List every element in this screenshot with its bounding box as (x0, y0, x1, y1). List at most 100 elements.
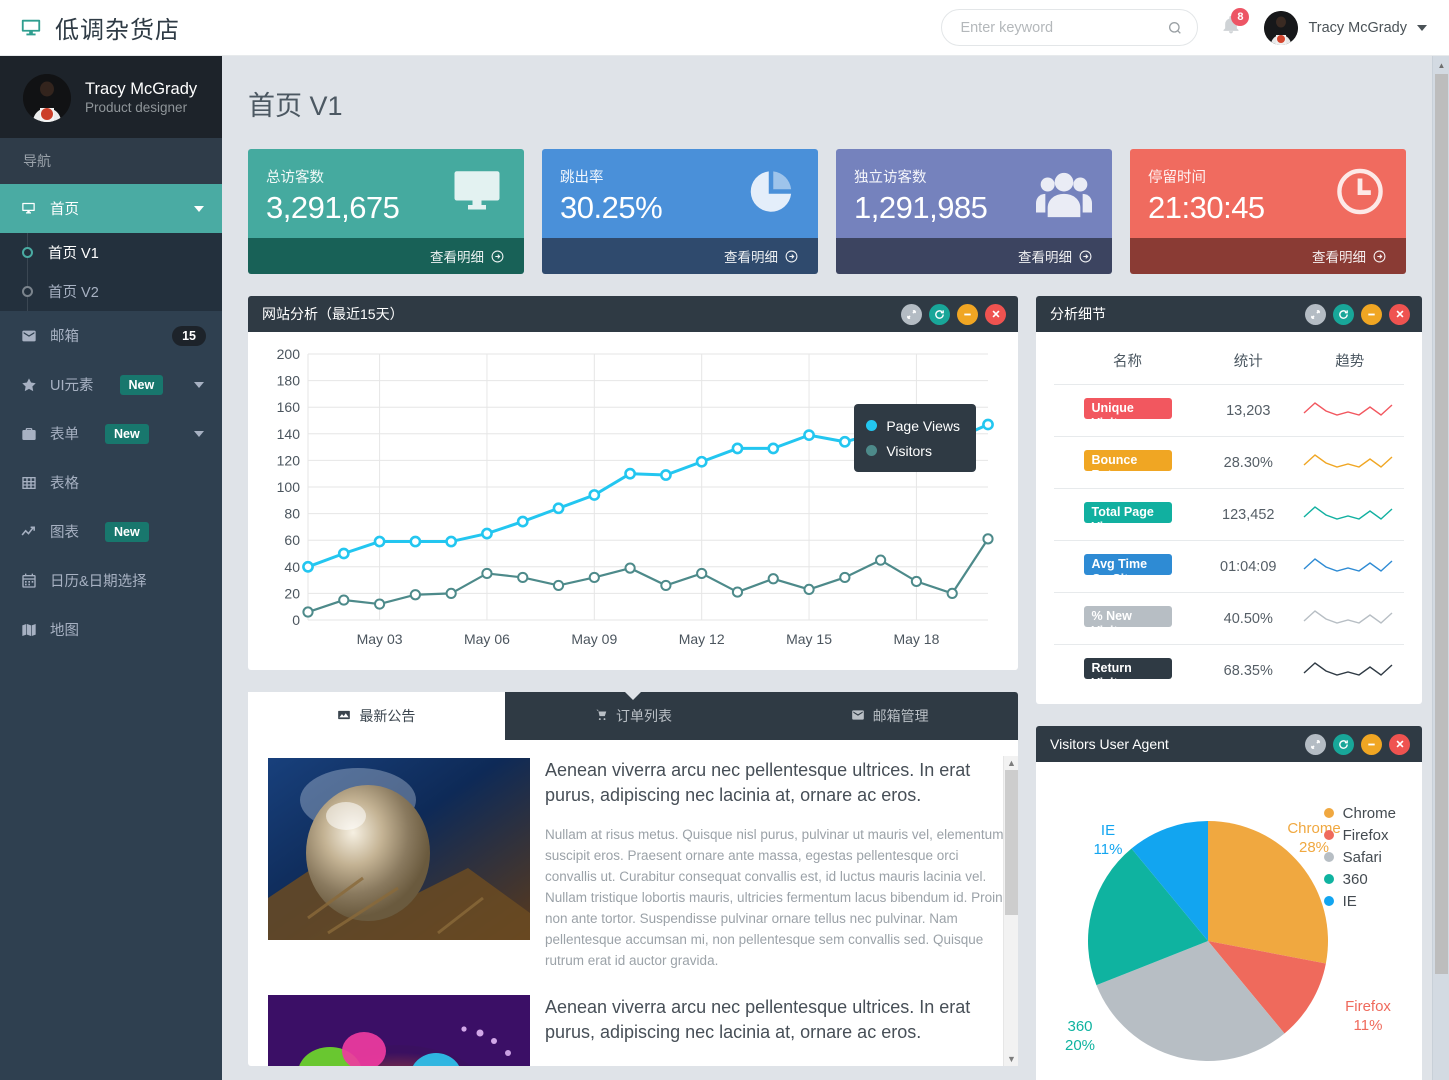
user-menu[interactable]: Tracy McGrady (1264, 10, 1427, 45)
analytics-trend-cell (1295, 592, 1404, 645)
stat-card-link[interactable]: 查看明细 (1130, 238, 1406, 274)
scroll-up-icon[interactable]: ▲ (1004, 756, 1018, 770)
scroll-up-icon[interactable]: ▲ (1433, 58, 1449, 73)
svg-text:160: 160 (277, 399, 301, 415)
stat-card-link[interactable]: 查看明细 (542, 238, 818, 274)
expand-icon[interactable] (1305, 303, 1326, 325)
stat-card-link[interactable]: 查看明细 (248, 238, 524, 274)
legend-item[interactable]: Page Views (866, 413, 960, 438)
status-badge: Unique Visitor (1083, 397, 1172, 419)
panel-site-analytics: 网站分析（最近15天） 0 20 40 60 80 100 120 140 16… (248, 296, 1018, 670)
tab-label: 订单列表 (616, 708, 672, 724)
page-scrollbar[interactable]: ▲ (1432, 56, 1449, 1080)
stat-card-link[interactable]: 查看明细 (836, 238, 1112, 274)
sidebar-item-label: 表单 (50, 427, 79, 443)
panel-title: 网站分析（最近15天） (262, 306, 404, 322)
tab-latest-announcements[interactable]: 最新公告 (248, 692, 505, 740)
svg-text:11%: 11% (1354, 1017, 1383, 1034)
sidebar-item-label: 地图 (50, 623, 79, 639)
new-tag-badge: New (119, 374, 164, 395)
analytics-trend-cell (1295, 644, 1404, 696)
pie-chart-icon (744, 164, 798, 223)
stat-card-link-label: 查看明细 (1018, 250, 1072, 265)
sidebar-item-maps[interactable]: 地图 (0, 605, 222, 654)
search-icon[interactable] (1167, 20, 1183, 36)
article-text: Aenean viverra arcu nec pellentesque ult… (545, 758, 1004, 971)
close-icon[interactable] (985, 303, 1006, 325)
minimize-icon[interactable] (957, 303, 978, 325)
calendar-icon (20, 573, 37, 589)
table-row[interactable]: Avg Time On Site 01:04:09 (1054, 540, 1404, 593)
sidebar-item-tables[interactable]: 表格 (0, 458, 222, 507)
sidebar-item-home-v2[interactable]: 首页 V2 (0, 272, 222, 311)
analytics-stat-cell: 01:04:09 (1201, 540, 1296, 593)
stat-card-total-visitors[interactable]: 总访客数 3,291,675 查看明细 (248, 149, 524, 274)
sidebar-item-forms[interactable]: 表单 New (0, 409, 222, 458)
table-row[interactable]: % New Visits 40.50% (1054, 592, 1404, 645)
close-icon[interactable] (1389, 303, 1410, 325)
legend-item[interactable]: Visitors (866, 438, 960, 463)
panel-body: 名称 统计 趋势 Unique Visitor13,203Bounce Rate… (1036, 332, 1422, 704)
search-box[interactable] (941, 9, 1199, 46)
tab-mailbox-management[interactable]: 邮箱管理 (761, 692, 1018, 740)
list-item[interactable]: Aenean viverra arcu nec pellentesque ult… (268, 995, 1004, 1066)
star-icon (20, 377, 37, 393)
minimize-icon[interactable] (1361, 303, 1382, 325)
analytics-stat-cell: 68.35% (1201, 644, 1296, 696)
search-input[interactable] (960, 19, 1168, 36)
refresh-icon[interactable] (929, 303, 950, 325)
monitor-icon (20, 17, 42, 39)
chevron-down-icon[interactable] (1417, 24, 1427, 31)
list-item[interactable]: Aenean viverra arcu nec pellentesque ult… (268, 758, 1004, 971)
monitor-icon (450, 164, 504, 223)
stat-card-unique-visitors[interactable]: 独立访客数 1,291,985 查看明细 (836, 149, 1112, 274)
notifications-button[interactable]: 8 (1216, 7, 1250, 45)
user-name-label: Tracy McGrady (1308, 19, 1407, 36)
legend-label: Page Views (886, 417, 960, 434)
stat-card-time-on-site[interactable]: 停留时间 21:30:45 查看明细 (1130, 149, 1406, 274)
expand-icon[interactable] (901, 303, 922, 325)
sidebar-item-home-v1[interactable]: 首页 V1 (0, 233, 222, 272)
refresh-icon[interactable] (1333, 733, 1354, 755)
status-badge: Bounce Rate (1083, 449, 1172, 471)
analytics-table: 名称 统计 趋势 Unique Visitor13,203Bounce Rate… (1054, 336, 1404, 696)
table-row[interactable]: Unique Visitor 13,203 (1054, 384, 1404, 437)
table-row[interactable]: Bounce Rate 28.30% (1054, 436, 1404, 489)
content-scrollbar[interactable]: ▲ ▼ (1003, 756, 1018, 1066)
sidebar-profile[interactable]: Tracy McGrady Product designer (0, 56, 222, 138)
sidebar-subitem-label: 首页 V2 (48, 285, 99, 301)
status-badge: Total Page Views (1083, 501, 1172, 523)
analytics-stat-cell: 123,452 (1201, 488, 1296, 541)
analytics-name-cell: Total Page Views (1054, 488, 1201, 541)
legend-item[interactable]: Chrome (1323, 802, 1396, 824)
table-row[interactable]: Return Visitors 68.35% (1054, 644, 1404, 696)
table-row[interactable]: Total Page Views 123,452 (1054, 488, 1404, 541)
sparkline-icon (1303, 662, 1393, 676)
page-scrollbar-thumb[interactable] (1435, 74, 1448, 974)
legend-item[interactable]: Firefox (1323, 824, 1396, 846)
legend-item[interactable]: IE (1323, 890, 1396, 912)
sidebar-item-calendar[interactable]: 日历&日期选择 (0, 556, 222, 605)
sidebar-item-mailbox[interactable]: 邮箱 15 (0, 311, 222, 360)
legend-item[interactable]: Safari (1323, 846, 1396, 868)
refresh-icon[interactable] (1333, 303, 1354, 325)
sidebar-item-ui-elements[interactable]: UI元素 New (0, 360, 222, 409)
minimize-icon[interactable] (1361, 733, 1382, 755)
svg-text:20%: 20% (1065, 1037, 1095, 1054)
envelope-icon (20, 328, 37, 344)
stat-card-bounce-rate[interactable]: 跳出率 30.25% 查看明细 (542, 149, 818, 274)
arrow-right-icon (1373, 250, 1386, 262)
new-tag-badge: New (105, 423, 149, 444)
scroll-down-icon[interactable]: ▼ (1004, 1052, 1018, 1066)
sidebar-item-charts[interactable]: 图表 New (0, 507, 222, 556)
legend-item[interactable]: 360 (1323, 868, 1396, 890)
users-icon (1036, 165, 1092, 222)
brand[interactable]: 低调杂货店 (0, 10, 180, 45)
legend-label: IE (1342, 892, 1357, 910)
new-tag-badge: New (105, 521, 149, 542)
close-icon[interactable] (1389, 733, 1410, 755)
scrollbar-thumb[interactable] (1005, 770, 1018, 915)
expand-icon[interactable] (1305, 733, 1326, 755)
map-icon (20, 622, 37, 638)
sidebar-item-home[interactable]: 首页 (0, 184, 222, 233)
